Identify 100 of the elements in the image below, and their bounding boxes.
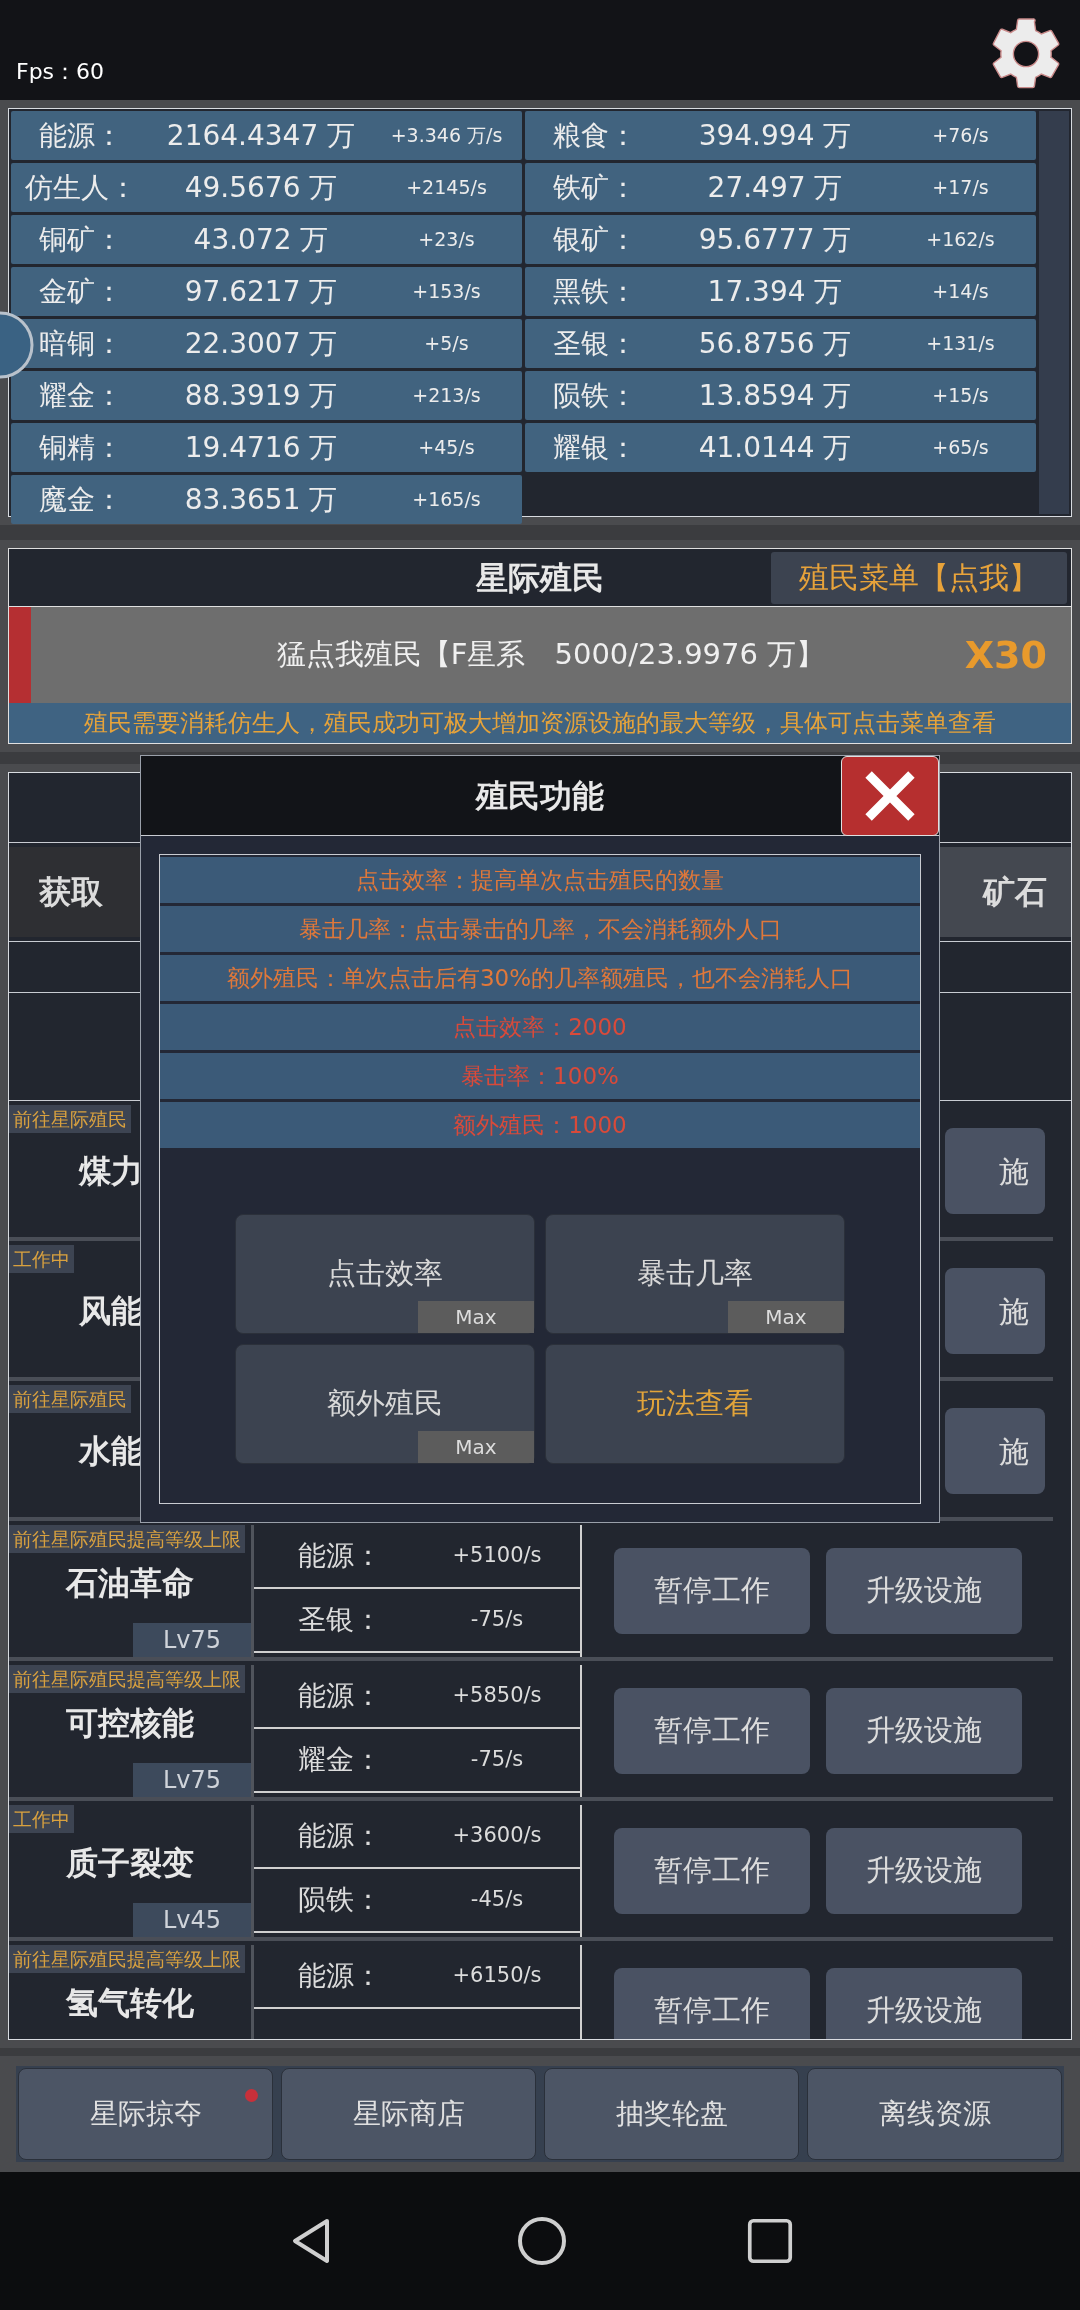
resource-amount: 13.8594 万 [697, 377, 853, 414]
status-tag: 前往星际殖民提高等级上限 [9, 1945, 245, 1973]
info-row: 暴击率：100% [160, 1053, 920, 1099]
resource-rate: +131/s [925, 331, 996, 357]
resource-amount: 17.394 万 [706, 273, 844, 310]
resource-name: 耀金： [38, 377, 124, 414]
output-rate: -75/s [469, 1606, 525, 1634]
facility-level: Lv45 [133, 1903, 251, 1937]
resource-name: 铜矿： [38, 221, 124, 258]
upgrade-facility-button[interactable]: 升级设施 [825, 1688, 1022, 1774]
resource-amount: 97.6217 万 [183, 273, 339, 310]
resource-amount: 27.497 万 [706, 169, 844, 206]
output-rate: -75/s [469, 1746, 525, 1774]
resource-amount: 56.8756 万 [697, 325, 853, 362]
pause-work-button[interactable]: 暂停工作 [613, 1548, 810, 1634]
multiplier-label: X30 [964, 631, 1047, 679]
max-badge: Max [418, 1431, 534, 1463]
resource-amount: 83.3651 万 [183, 481, 339, 518]
facility-name: 氢气转化 [65, 1983, 195, 2024]
resource-amount: 95.6777 万 [697, 221, 853, 258]
resource-amount: 49.5676 万 [183, 169, 339, 206]
resource-name: 耀银： [552, 429, 638, 466]
facility-name: 石油革命 [64, 1563, 195, 1604]
upgrade-facility-button[interactable]: 升级设施 [825, 1968, 1022, 2039]
resource-rate: +5/s [423, 331, 470, 357]
resource-rate: +213/s [411, 383, 482, 409]
status-tag: 前往星际殖民提高等级上限 [9, 1665, 245, 1693]
fps-counter: Fps：60 [16, 58, 105, 86]
upgrade-button[interactable]: 额外殖民 Max [235, 1344, 535, 1464]
facility-level: Lv75 [133, 1763, 251, 1797]
close-button[interactable] [841, 756, 939, 836]
section-title: 星际殖民 [476, 557, 604, 599]
output-label: 圣银： [297, 1602, 383, 1638]
scrollbar[interactable] [1039, 111, 1069, 514]
resource-name: 暗铜： [38, 325, 124, 362]
output-label: 能源： [297, 1538, 383, 1574]
resource-rate: +45/s [417, 435, 476, 461]
home-icon[interactable] [517, 2216, 567, 2266]
resource-name: 黑铁： [552, 273, 638, 310]
bottom-tab[interactable]: 星际商店 [281, 2068, 536, 2160]
resource-name: 能源： [38, 117, 124, 154]
info-row: 暴击几率：点击暴击的几率，不会消耗额外人口 [160, 906, 920, 952]
resource-amount: 88.3919 万 [183, 377, 339, 414]
help-button[interactable]: 玩法查看 [545, 1344, 845, 1464]
info-row: 点击效率：提高单次点击殖民的数量 [160, 857, 920, 903]
resource-name: 银矿： [552, 221, 638, 258]
resource-amount: 22.3007 万 [183, 325, 339, 362]
output-rate: +5100/s [451, 1542, 543, 1570]
max-badge: Max [418, 1301, 534, 1333]
upgrade-facility-button[interactable]: 升级设施 [825, 1548, 1022, 1634]
facility-name: 质子裂变 [65, 1843, 195, 1884]
resource-name: 仿生人： [24, 169, 138, 206]
upgrade-facility-button[interactable]: 升级设施 [825, 1828, 1022, 1914]
upgrade-facility-button[interactable]: 施 [945, 1408, 1045, 1494]
floating-bubble-icon[interactable] [0, 310, 34, 380]
colonize-tap-button[interactable]: 猛点我殖民【F星系 5000/23.9976 万】 X30 [9, 607, 1071, 703]
max-badge: Max [728, 1301, 844, 1333]
status-tag: 工作中 [9, 1805, 74, 1833]
output-label: 陨铁： [297, 1882, 383, 1918]
resource-name: 金矿： [38, 273, 124, 310]
pause-work-button[interactable]: 暂停工作 [613, 1828, 810, 1914]
output-label: 耀金： [297, 1742, 383, 1778]
resource-name: 铁矿： [552, 169, 638, 206]
pause-work-button[interactable]: 暂停工作 [613, 1688, 810, 1774]
output-label: 能源： [297, 1818, 383, 1854]
upgrade-button[interactable]: 暴击几率 Max [545, 1214, 845, 1334]
status-tag: 前往星际殖民 [9, 1385, 131, 1413]
output-label: 能源： [297, 1678, 383, 1714]
bottom-tab[interactable]: 星际掠夺 [18, 2068, 273, 2160]
colony-menu-button[interactable]: 殖民菜单【点我】 [771, 551, 1067, 604]
info-row: 额外殖民：1000 [160, 1102, 920, 1148]
resource-rate: +2145/s [405, 175, 488, 201]
output-rate: -45/s [469, 1886, 525, 1914]
resource-name: 魔金： [38, 481, 124, 518]
facility-name: 煤力 [77, 1151, 144, 1192]
upgrade-facility-button[interactable]: 施 [945, 1268, 1045, 1354]
bottom-tab[interactable]: 离线资源 [807, 2068, 1062, 2160]
colonize-notice: 殖民需要消耗仿生人，殖民成功可极大增加资源设施的最大等级，具体可点击菜单查看 [9, 703, 1071, 743]
output-label: 能源： [297, 1958, 383, 1994]
info-row: 额外殖民：单次点击后有30%的几率额殖民，也不会消耗人口 [160, 955, 920, 1001]
pause-work-button[interactable]: 暂停工作 [613, 1968, 810, 2039]
upgrade-facility-button[interactable]: 施 [945, 1128, 1045, 1214]
bottom-tab[interactable]: 抽奖轮盘 [544, 2068, 799, 2160]
resource-name: 陨铁： [552, 377, 638, 414]
modal-title: 殖民功能 [476, 775, 604, 817]
info-row: 点击效率：2000 [160, 1004, 920, 1050]
facility-level: Lv75 [133, 1623, 251, 1657]
upgrade-button[interactable]: 点击效率 Max [235, 1214, 535, 1334]
resource-amount: 2164.4347 万 [165, 117, 357, 154]
status-tag: 工作中 [9, 1245, 74, 1273]
status-tag: 前往星际殖民提高等级上限 [9, 1525, 245, 1553]
resource-rate: +3.346 万/s [389, 123, 504, 149]
resource-name: 铜精： [38, 429, 124, 466]
resource-amount: 43.072 万 [192, 221, 330, 258]
output-rate: +3600/s [451, 1822, 543, 1850]
recents-icon[interactable] [747, 2218, 793, 2264]
resource-amount: 41.0144 万 [697, 429, 853, 466]
resource-rate: +165/s [411, 487, 482, 513]
resource-rate: +162/s [925, 227, 996, 253]
resource-rate: +15/s [931, 383, 990, 409]
